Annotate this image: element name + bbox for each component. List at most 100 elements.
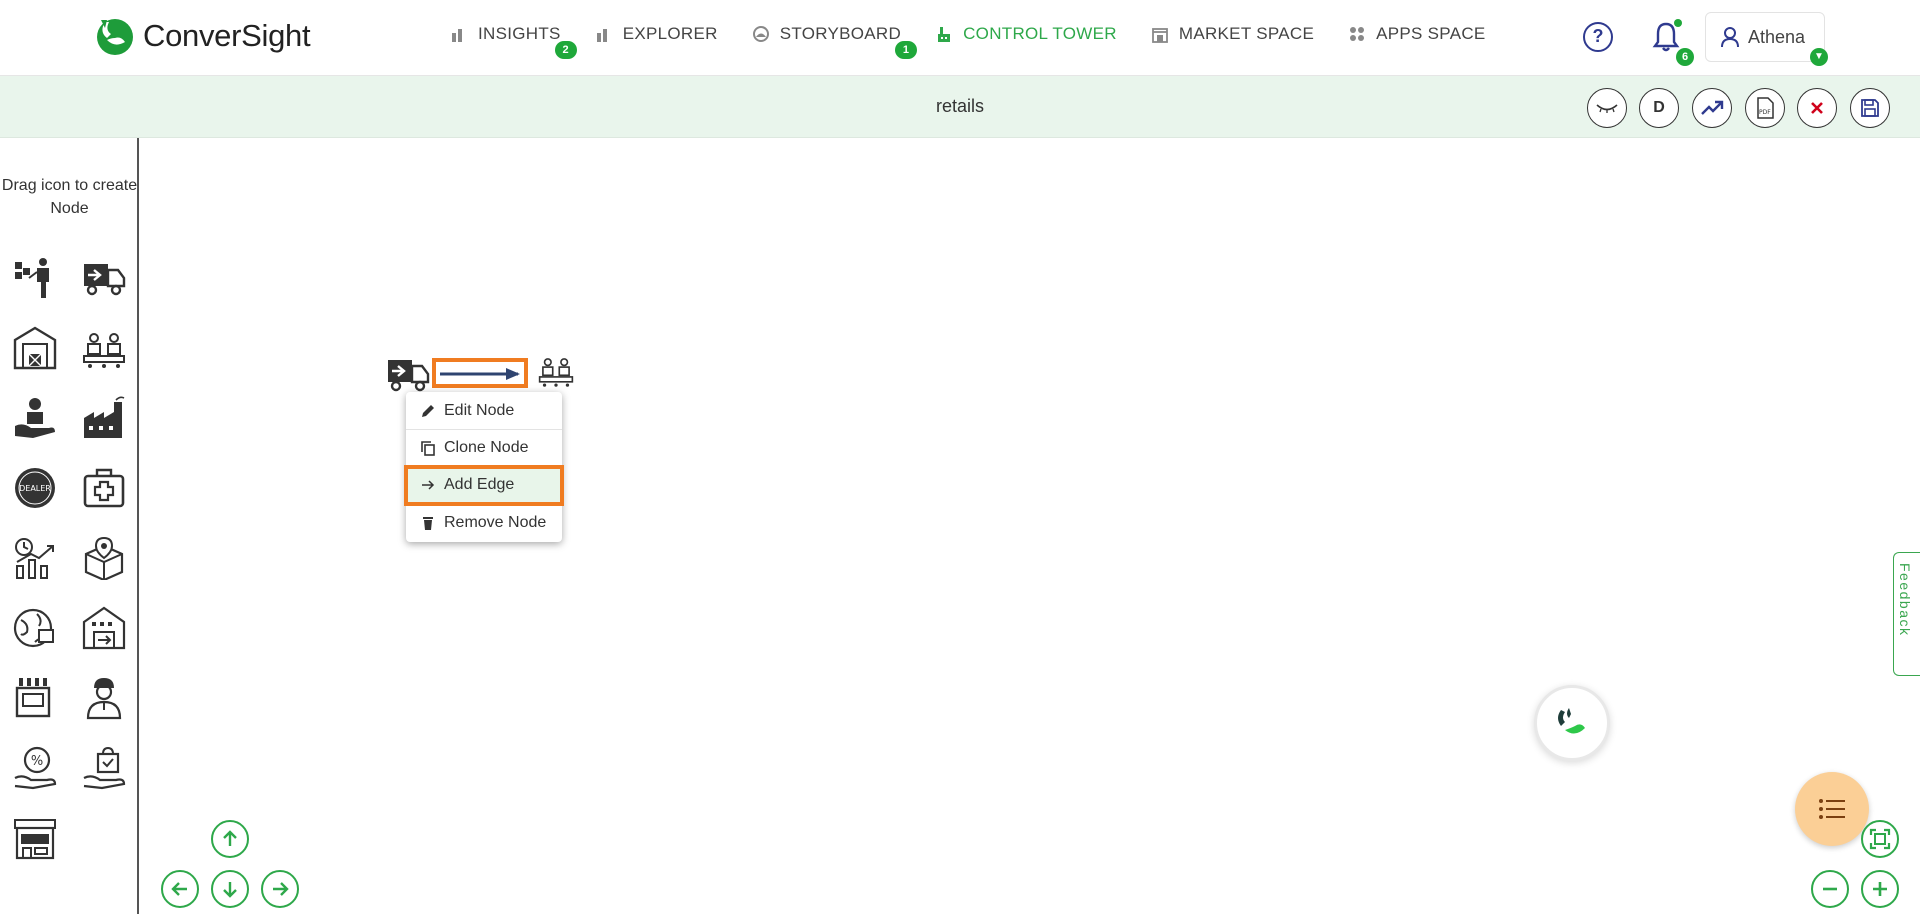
- copy-icon: [421, 441, 435, 456]
- worker-icon[interactable]: [82, 676, 126, 720]
- close-icon: [1811, 102, 1823, 114]
- menu-item-clone-node[interactable]: Clone Node: [406, 430, 562, 467]
- page-title: retails: [935, 96, 984, 116]
- menu-item-label: Remove Node: [444, 513, 547, 531]
- arrow-right-icon: [422, 480, 435, 490]
- svg-text:DEALER: DEALER: [19, 484, 51, 493]
- tower-icon: [938, 27, 951, 42]
- pan-down-button[interactable]: [211, 870, 249, 908]
- chatbot-icon: [1558, 708, 1585, 734]
- fit-view-icon: [1869, 828, 1891, 850]
- nav-label: INSIGHTS: [478, 24, 561, 43]
- main-nav: INSIGHTS 2 EXPLORER STORYBOARD 1 CONTROL…: [450, 24, 1486, 59]
- user-name: Athena: [1748, 26, 1806, 47]
- package-location-icon[interactable]: [82, 536, 126, 580]
- zoom-out-icon: [1823, 887, 1837, 891]
- top-navbar: ConverSight INSIGHTS 2 EXPLORER STORYBOA…: [0, 0, 1920, 76]
- nav-storyboard[interactable]: STORYBOARD 1: [752, 24, 918, 59]
- chatbot-button[interactable]: [1534, 685, 1610, 761]
- growth-icon[interactable]: [13, 536, 57, 580]
- shopping-bag-icon[interactable]: [82, 746, 126, 790]
- store-icon[interactable]: [13, 816, 57, 860]
- nav-label: MARKET SPACE: [1178, 24, 1315, 43]
- fit-view-button[interactable]: [1861, 820, 1899, 858]
- machine-icon[interactable]: [13, 676, 57, 720]
- global-logistics-icon[interactable]: [13, 606, 57, 650]
- pdf-icon: PDF: [1757, 97, 1774, 119]
- discount-icon[interactable]: %: [13, 746, 57, 790]
- feedback-label: Feedback: [1897, 563, 1913, 637]
- arrow-left-icon: [171, 882, 187, 896]
- dealer-icon[interactable]: DEALER: [13, 466, 57, 510]
- nav-control-tower[interactable]: CONTROL TOWER: [935, 24, 1117, 44]
- market-icon: [1151, 28, 1168, 43]
- hide-button[interactable]: [1587, 88, 1627, 128]
- zoom-in-button[interactable]: [1861, 870, 1899, 908]
- nav-badge: 1: [895, 41, 918, 59]
- nav-label: APPS SPACE: [1376, 24, 1486, 43]
- factory-icon[interactable]: [82, 396, 126, 440]
- d-button[interactable]: D: [1639, 88, 1679, 128]
- menu-item-label: Clone Node: [444, 439, 529, 456]
- conversight-logo-icon: [97, 19, 133, 55]
- user-menu-button[interactable]: Athena: [1705, 12, 1825, 62]
- menu-item-edit-node[interactable]: Edit Node: [406, 393, 562, 430]
- customer-care-icon[interactable]: [13, 396, 57, 440]
- production-line-icon[interactable]: [82, 326, 126, 370]
- node-palette: Drag icon to create Node DEALER %: [0, 138, 139, 914]
- bar-chart-icon: [596, 29, 607, 42]
- list-menu-button[interactable]: [1795, 772, 1869, 846]
- trend-icon: [1701, 100, 1724, 115]
- hide-icon: [1596, 104, 1618, 113]
- app-name: ConverSight: [143, 18, 311, 53]
- pdf-button[interactable]: PDF: [1745, 88, 1785, 128]
- nav-market-space[interactable]: MARKET SPACE: [1151, 24, 1314, 44]
- arrow-right-icon: [273, 882, 289, 896]
- pan-left-button[interactable]: [161, 870, 199, 908]
- nav-label: EXPLORER: [622, 24, 718, 43]
- nav-label: CONTROL TOWER: [963, 24, 1117, 43]
- grid-icon: [1350, 27, 1365, 41]
- trash-icon: [423, 516, 433, 530]
- edge-arrow[interactable]: [438, 364, 524, 384]
- supplier-icon[interactable]: [13, 256, 57, 300]
- svg-text:PDF: PDF: [1759, 109, 1771, 116]
- help-button[interactable]: ?: [1583, 22, 1613, 52]
- save-icon: [1861, 99, 1879, 117]
- nav-apps-space[interactable]: APPS SPACE: [1348, 24, 1485, 44]
- palette-title: Drag icon to create Node: [1, 177, 138, 217]
- delivery-truck-icon[interactable]: [82, 256, 126, 300]
- distribution-center-icon[interactable]: [82, 606, 126, 650]
- production-line-node[interactable]: [534, 354, 578, 390]
- svg-text:%: %: [31, 754, 43, 769]
- notification-dot: [1674, 19, 1682, 27]
- save-button[interactable]: [1850, 88, 1890, 128]
- chevron-down-icon[interactable]: ▼: [1810, 48, 1828, 66]
- feedback-tab[interactable]: Feedback: [1893, 552, 1920, 676]
- app-logo[interactable]: ConverSight: [95, 16, 311, 56]
- nav-explorer[interactable]: EXPLORER: [595, 24, 718, 44]
- node-context-menu: Edit Node Clone Node Add Edge Remove Nod…: [404, 392, 564, 542]
- storyboard-icon: [752, 26, 769, 42]
- menu-item-add-edge[interactable]: Add Edge: [404, 465, 564, 506]
- warehouse-icon[interactable]: [13, 326, 57, 370]
- zoom-out-button[interactable]: [1811, 870, 1849, 908]
- pan-up-button[interactable]: [211, 820, 249, 858]
- trend-button[interactable]: [1692, 88, 1732, 128]
- nav-insights[interactable]: INSIGHTS 2: [450, 24, 577, 59]
- menu-item-label: Add Edge: [444, 476, 515, 493]
- medical-kit-icon[interactable]: [82, 466, 126, 510]
- close-button[interactable]: [1797, 88, 1837, 128]
- pan-right-button[interactable]: [261, 870, 299, 908]
- zoom-in-icon: [1873, 882, 1887, 896]
- pencil-icon: [422, 405, 434, 417]
- menu-item-label: Edit Node: [444, 402, 515, 419]
- nav-label: STORYBOARD: [779, 24, 902, 43]
- list-icon: [1819, 799, 1845, 819]
- storyboard-toolbar: retails D PDF: [0, 76, 1920, 138]
- notification-badge: 6: [1676, 48, 1694, 66]
- nav-badge: 2: [554, 41, 577, 59]
- bar-chart-icon: [452, 29, 462, 42]
- menu-item-remove-node[interactable]: Remove Node: [406, 504, 562, 541]
- delivery-truck-node[interactable]: [386, 356, 430, 394]
